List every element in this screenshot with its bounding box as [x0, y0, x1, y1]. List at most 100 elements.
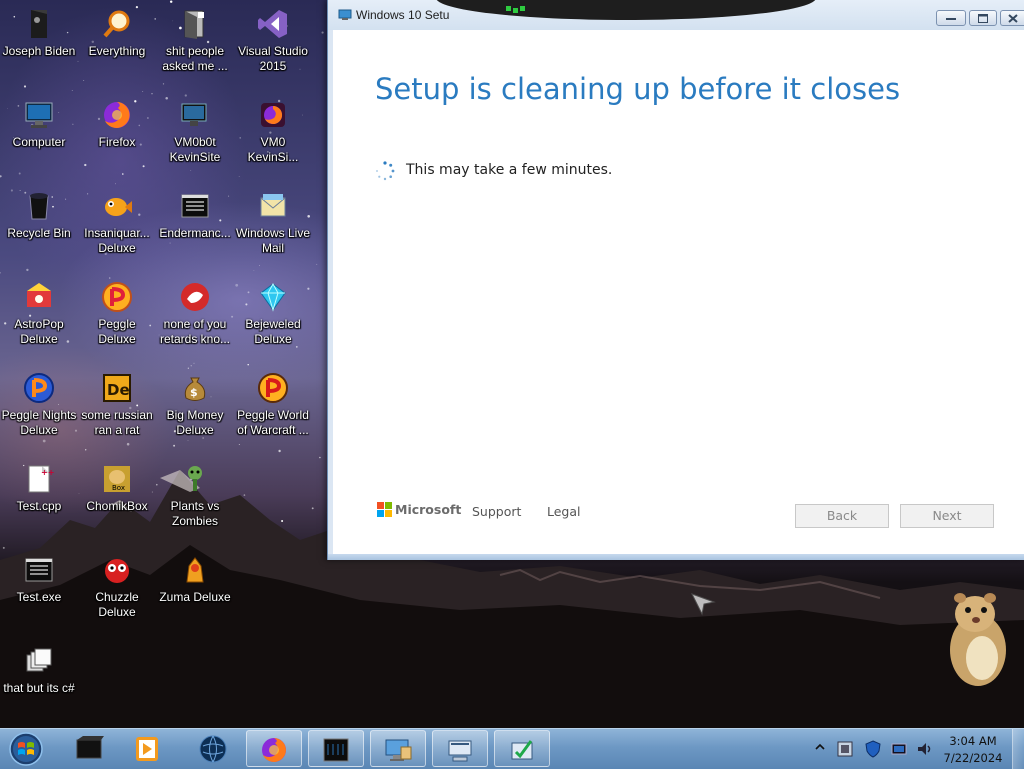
- console-icon: [181, 194, 209, 218]
- desktop-icon-label: Computer: [12, 135, 66, 149]
- desktop-icon[interactable]: Everything: [78, 4, 156, 90]
- chomikbox-icon: Box: [104, 466, 130, 492]
- remote-desktop-icon: [448, 740, 472, 762]
- next-button[interactable]: Next: [900, 504, 994, 528]
- desktop-icon[interactable]: De some russian ran a rat: [78, 368, 156, 454]
- support-link[interactable]: Support: [472, 504, 521, 519]
- legal-link[interactable]: Legal: [547, 504, 581, 519]
- desktop-icon[interactable]: Insaniquar... Deluxe: [78, 186, 156, 272]
- astropop-icon: [27, 283, 51, 307]
- desktop-icon-label: AstroPop Deluxe: [14, 317, 64, 346]
- desktop-icon[interactable]: that but its c#: [0, 641, 78, 727]
- desktop-icon-label: Test.cpp: [16, 499, 62, 513]
- back-button[interactable]: Back: [795, 504, 889, 528]
- setup-app-icon: [338, 9, 352, 20]
- microsoft-logo-icon: [377, 502, 392, 517]
- cpp-file-icon: ++: [28, 465, 54, 493]
- desktop-icon-label: some russian ran a rat: [81, 408, 153, 437]
- desktop-icon[interactable]: Peggle Nights Deluxe: [0, 368, 78, 454]
- taskbar-remote-desktop[interactable]: [432, 730, 488, 767]
- desktop-icon-label: Big Money Deluxe: [166, 408, 224, 437]
- visual-studio-icon: [258, 10, 287, 38]
- overlay-indicator-icon: [506, 6, 525, 13]
- clock-date[interactable]: 7/22/2024: [938, 751, 1008, 765]
- desktop-icon[interactable]: ++ Test.cpp: [0, 459, 78, 545]
- close-button[interactable]: [1000, 10, 1024, 26]
- peggle-wow-icon: [258, 373, 288, 403]
- setup-content-area: Setup is cleaning up before it closes Th…: [333, 30, 1024, 554]
- desktop-icon-label: none of you retards kno...: [159, 317, 231, 346]
- firefox-shortcut-icon: [261, 103, 285, 127]
- desktop-icon[interactable]: shit people asked me ...: [156, 4, 234, 90]
- taskbar: 3:04 AM 7/22/2024: [0, 728, 1024, 769]
- minimize-icon: [946, 18, 956, 20]
- desktop-icon[interactable]: Computer: [0, 95, 78, 181]
- desktop-icon-label: Joseph Biden: [2, 44, 76, 58]
- desktop-icon[interactable]: AstroPop Deluxe: [0, 277, 78, 363]
- clock-time[interactable]: 3:04 AM: [938, 734, 1008, 748]
- checkmark-app-icon: [511, 740, 533, 760]
- desktop-icon[interactable]: VM0 KevinSi...: [234, 95, 312, 181]
- red-logo-icon: [181, 283, 209, 311]
- taskbar-black-app[interactable]: [62, 730, 118, 767]
- computer-icon: [25, 102, 53, 128]
- maximize-icon: [978, 14, 988, 23]
- taskbar-checkmark-app[interactable]: [494, 730, 550, 767]
- taskbar-media-player[interactable]: [120, 730, 176, 767]
- setup-computer-icon: [385, 739, 412, 761]
- desktop-icon-label: Test.exe: [16, 590, 62, 604]
- desktop-icon-label: that but its c#: [3, 681, 75, 695]
- minimize-button[interactable]: [936, 10, 966, 26]
- desktop-icon[interactable]: Chuzzle Deluxe: [78, 550, 156, 636]
- security-shield-icon[interactable]: [864, 740, 882, 758]
- close-icon: [1008, 14, 1018, 23]
- desktop-icon[interactable]: Firefox: [78, 95, 156, 181]
- taskbar-firefox[interactable]: [246, 730, 302, 767]
- window-title: Windows 10 Setup: [356, 8, 450, 22]
- desktop-icon[interactable]: Joseph Biden: [0, 4, 78, 90]
- svg-text:De: De: [107, 381, 130, 399]
- firefox-icon: [262, 738, 286, 762]
- desktop-icon[interactable]: Test.exe: [0, 550, 78, 636]
- desktop-icon[interactable]: Recycle Bin: [0, 186, 78, 272]
- desktop-icon-label: Endermanc...: [159, 226, 231, 240]
- show-hidden-icons-icon[interactable]: [814, 741, 826, 753]
- desktop-icon-label: Firefox: [98, 135, 136, 149]
- desktop-icon-label: Plants vs Zombies: [170, 499, 220, 528]
- joseph-biden-icon: [31, 10, 47, 38]
- desktop-icon[interactable]: Box ChomikBox: [78, 459, 156, 545]
- desktop-icon-label: VM0b0t KevinSite: [169, 135, 221, 164]
- desktop-icon[interactable]: VM0b0t KevinSite: [156, 95, 234, 181]
- title-bar[interactable]: Windows 10 Setup: [328, 0, 1024, 30]
- maximize-button[interactable]: [969, 10, 997, 26]
- desktop-icon[interactable]: Endermanc...: [156, 186, 234, 272]
- taskbar-console-window[interactable]: [308, 730, 364, 767]
- show-desktop-button[interactable]: [1012, 729, 1024, 769]
- svg-text:$: $: [190, 386, 198, 399]
- desktop-icon[interactable]: none of you retards kno...: [156, 277, 234, 363]
- tray-app-icon[interactable]: [836, 740, 854, 758]
- globe-app-icon: [199, 735, 227, 763]
- desktop-icon-label: Recycle Bin: [7, 226, 71, 240]
- taskbar-setup-computer[interactable]: [370, 730, 426, 767]
- taskbar-globe-app[interactable]: [186, 730, 242, 767]
- desktop-icon[interactable]: $ Big Money Deluxe: [156, 368, 234, 454]
- hamster-image: [950, 593, 1006, 686]
- firefox-icon: [104, 102, 130, 128]
- start-orb-icon[interactable]: [6, 730, 46, 768]
- desktop-icon[interactable]: Plants vs Zombies: [156, 459, 234, 545]
- desktop-icon[interactable]: Zuma Deluxe: [156, 550, 234, 636]
- desktop-icon[interactable]: Windows Live Mail: [234, 186, 312, 272]
- everything-search-icon: [103, 10, 130, 38]
- peggle-nights-icon: [24, 373, 54, 403]
- desktop-icon-label: Bejeweled Deluxe: [245, 317, 301, 346]
- desktop-icon[interactable]: Peggle Deluxe: [78, 277, 156, 363]
- volume-icon[interactable]: [916, 740, 934, 758]
- console-icon: [25, 558, 53, 582]
- desktop-icon[interactable]: Bejeweled Deluxe: [234, 277, 312, 363]
- desktop-icon[interactable]: Visual Studio 2015: [234, 4, 312, 90]
- desktop-icon[interactable]: Peggle World of Warcraft ...: [234, 368, 312, 454]
- network-monitor-icon[interactable]: [890, 740, 908, 758]
- desktop-icon-label: shit people asked me ...: [162, 44, 228, 73]
- black-app-icon: [76, 736, 104, 759]
